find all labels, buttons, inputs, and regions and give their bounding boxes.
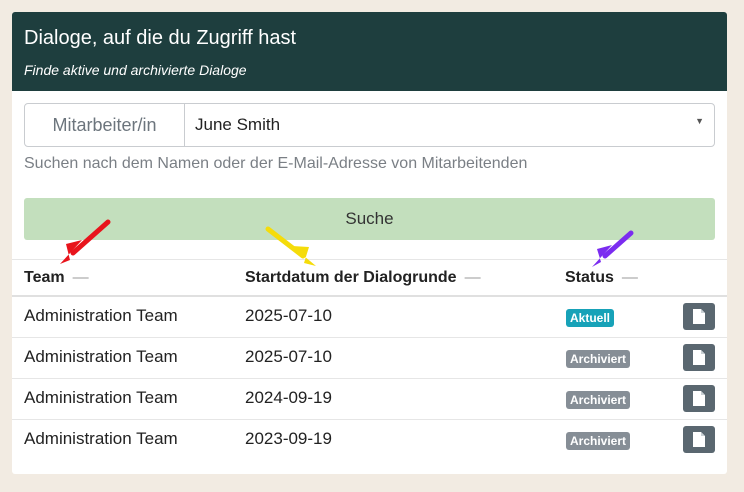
cell-team: Administration Team	[24, 429, 178, 448]
table-row: Administration Team 2025-07-10 Archivier…	[12, 338, 727, 379]
column-label-team: Team	[24, 269, 65, 286]
status-badge: Aktuell	[566, 309, 615, 327]
open-document-button[interactable]	[683, 385, 715, 412]
sort-indicator-icon: —	[621, 269, 638, 286]
search-button[interactable]: Suche	[24, 198, 715, 240]
caret-down-icon: ▼	[695, 116, 704, 126]
dialogs-table: Team — Startdatum der Dialogrunde — Status…	[12, 259, 727, 461]
employee-select-value: June Smith	[195, 115, 281, 134]
status-badge: Archiviert	[566, 391, 631, 409]
document-icon	[693, 309, 705, 324]
cell-team: Administration Team	[24, 306, 178, 325]
employee-select[interactable]: June Smith ▼	[185, 104, 714, 146]
sort-indicator-icon: —	[72, 269, 89, 286]
cell-team: Administration Team	[24, 388, 178, 407]
open-document-button[interactable]	[683, 344, 715, 371]
cell-team: Administration Team	[24, 347, 178, 366]
status-badge: Archiviert	[566, 350, 631, 368]
cell-start-date: 2023-09-19	[245, 429, 332, 448]
table-header: Team — Startdatum der Dialogrunde — Status…	[12, 259, 727, 297]
page-title: Dialoge, auf die du Zugriff hast	[24, 27, 297, 49]
column-label-start-date: Startdatum der Dialogrunde	[245, 269, 457, 286]
column-header-start-date[interactable]: Startdatum der Dialogrunde —	[245, 269, 481, 287]
status-badge: Archiviert	[566, 432, 631, 450]
dialogs-card: Dialoge, auf die du Zugriff hast Finde a…	[12, 12, 727, 474]
column-label-status: Status	[565, 269, 614, 286]
employee-filter: Mitarbeiter/in June Smith ▼	[24, 103, 715, 147]
column-header-status[interactable]: Status —	[565, 269, 638, 287]
cell-start-date: 2025-07-10	[245, 347, 332, 366]
document-icon	[693, 432, 705, 447]
cell-start-date: 2024-09-19	[245, 388, 332, 407]
search-hint: Suchen nach dem Namen oder der E-Mail-Ad…	[24, 155, 528, 172]
table-row: Administration Team 2025-07-10 Aktuell	[12, 297, 727, 338]
card-header: Dialoge, auf die du Zugriff hast Finde a…	[12, 12, 727, 91]
table-row: Administration Team 2023-09-19 Archivier…	[12, 420, 727, 461]
page-subtitle: Finde aktive und archivierte Dialoge	[24, 62, 247, 78]
table-row: Administration Team 2024-09-19 Archivier…	[12, 379, 727, 420]
employee-label: Mitarbeiter/in	[25, 104, 185, 146]
cell-start-date: 2025-07-10	[245, 306, 332, 325]
open-document-button[interactable]	[683, 303, 715, 330]
document-icon	[693, 391, 705, 406]
document-icon	[693, 350, 705, 365]
open-document-button[interactable]	[683, 426, 715, 453]
column-header-team[interactable]: Team —	[24, 269, 89, 287]
sort-indicator-icon: —	[464, 269, 481, 286]
